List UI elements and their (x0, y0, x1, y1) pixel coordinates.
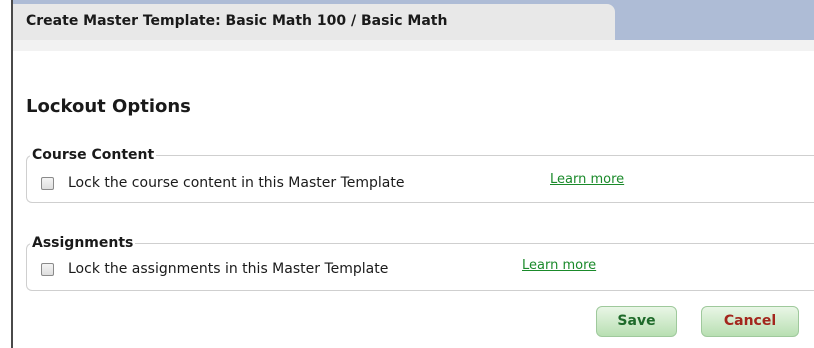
course-content-legend: Course Content (30, 147, 157, 163)
assignments-legend: Assignments (30, 235, 136, 251)
assignments-lock-label: Lock the assignments in this Master Temp… (68, 261, 389, 277)
course-content-learn-more-link[interactable]: Learn more (550, 172, 624, 187)
course-content-lock-checkbox[interactable] (41, 177, 54, 190)
tab-underline (13, 40, 814, 51)
course-content-lock-label: Lock the course content in this Master T… (68, 175, 405, 191)
lockout-options-heading: Lockout Options (26, 96, 191, 117)
dialog-frame: Create Master Template: Basic Math 100 /… (11, 0, 814, 348)
page-title: Create Master Template: Basic Math 100 /… (26, 13, 448, 29)
cancel-button[interactable]: Cancel (701, 306, 799, 337)
save-button[interactable]: Save (596, 306, 677, 337)
assignments-lock-checkbox[interactable] (41, 263, 54, 276)
assignments-learn-more-link[interactable]: Learn more (522, 258, 596, 273)
tab-strip: Create Master Template: Basic Math 100 /… (13, 0, 814, 40)
tab-create-master-template[interactable]: Create Master Template: Basic Math 100 /… (13, 4, 615, 40)
